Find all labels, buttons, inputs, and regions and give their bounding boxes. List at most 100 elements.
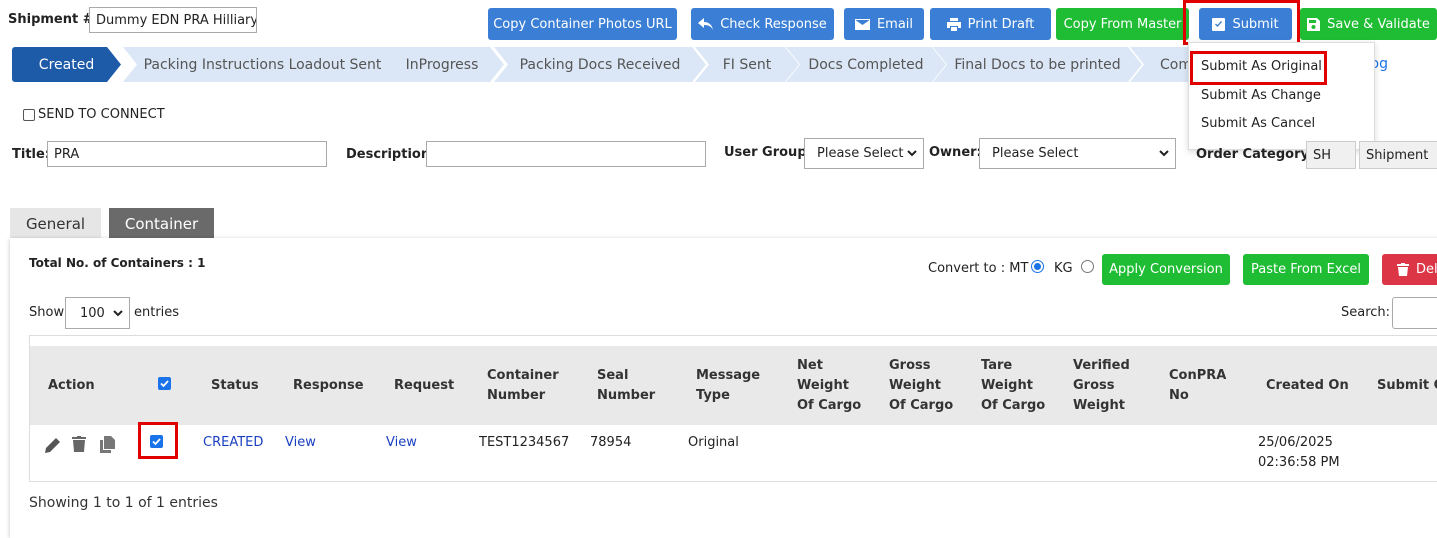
chevron-down-icon	[1159, 150, 1169, 157]
select-all-checkbox[interactable]	[158, 377, 171, 390]
header-status[interactable]: Status	[211, 376, 259, 396]
tab-general[interactable]: General	[10, 208, 101, 240]
header-conpra-no[interactable]: ConPRA No	[1169, 366, 1226, 406]
print-draft-button[interactable]: Print Draft	[930, 8, 1051, 40]
log-link[interactable]: Log	[1371, 56, 1401, 72]
row-request-link[interactable]: View	[386, 433, 417, 453]
delete-row-icon[interactable]	[72, 436, 86, 452]
header-line: No	[1169, 388, 1189, 403]
entries-label: entries	[134, 305, 180, 320]
header-created-on[interactable]: Created On	[1266, 376, 1349, 396]
check-response-label: Check Response	[720, 16, 827, 32]
order-category-value[interactable]: Shipment	[1359, 141, 1437, 169]
show-label: Show	[29, 305, 65, 320]
step-docs-completed[interactable]: Docs Completed	[786, 47, 946, 82]
header-line: Gross	[1073, 378, 1115, 393]
row-created-on: 25/06/2025 02:36:58 PM	[1258, 433, 1340, 473]
header-line: Seal	[597, 368, 629, 383]
header-line: Of Cargo	[797, 398, 862, 413]
table-top-border	[29, 335, 1437, 336]
owner-value: Please Select	[992, 146, 1079, 161]
edit-pencil-icon[interactable]	[44, 437, 61, 454]
owner-select[interactable]: Please Select	[979, 138, 1176, 169]
user-group-select[interactable]: Please Select	[804, 138, 924, 169]
row-seal-number: 78954	[590, 435, 632, 450]
row-status-link[interactable]: CREATED	[203, 433, 263, 453]
header-verified-gross-weight[interactable]: Verified Gross Weight	[1073, 356, 1130, 416]
row-container-number: TEST1234567	[479, 435, 570, 450]
paste-from-excel-label: Paste From Excel	[1251, 262, 1361, 277]
header-gross-weight[interactable]: Gross Weight Of Cargo	[889, 356, 953, 416]
paste-from-excel-button[interactable]: Paste From Excel	[1243, 254, 1369, 285]
description-label: Description:	[346, 147, 436, 162]
description-field[interactable]	[426, 141, 706, 167]
header-line: Of Cargo	[889, 398, 954, 413]
submit-as-cancel-item[interactable]: Submit As Cancel	[1201, 116, 1315, 131]
shipment-number-field[interactable]: Dummy EDN PRA Hilliary	[89, 7, 257, 33]
header-message-type[interactable]: Message Type	[696, 366, 760, 406]
search-input[interactable]	[1392, 297, 1437, 329]
send-to-connect-label: SEND TO CONNECT	[38, 107, 165, 122]
header-seal-number[interactable]: Seal Number	[597, 366, 655, 406]
title-field[interactable]: PRA	[47, 141, 327, 167]
header-line: Of Cargo	[981, 398, 1046, 413]
header-line: Type	[696, 388, 730, 403]
email-button[interactable]: Email	[844, 8, 924, 40]
header-submit-on[interactable]: Submit O	[1377, 376, 1437, 396]
header-action[interactable]: Action	[48, 376, 95, 396]
apply-conversion-button[interactable]: Apply Conversion	[1102, 254, 1230, 285]
row-message-type: Original	[688, 435, 739, 450]
step-final-docs[interactable]: Final Docs to be printed	[933, 47, 1142, 82]
convert-to-label: Convert to : MT	[928, 261, 1029, 276]
shipment-label: Shipment #:	[8, 12, 99, 27]
row-created-time: 02:36:58 PM	[1258, 455, 1340, 470]
header-line: Container	[487, 368, 559, 383]
step-created[interactable]: Created	[12, 47, 121, 82]
save-validate-button[interactable]: Save & Validate	[1300, 8, 1437, 40]
submit-button[interactable]: Submit	[1199, 8, 1292, 40]
copy-row-icon[interactable]	[100, 436, 115, 453]
header-tare-weight[interactable]: Tare Weight Of Cargo	[981, 356, 1045, 416]
user-group-label: User Group:	[724, 145, 812, 160]
copy-container-photos-url-button[interactable]: Copy Container Photos URL	[488, 8, 677, 40]
apply-conversion-label: Apply Conversion	[1109, 262, 1223, 277]
kg-radio[interactable]	[1081, 260, 1094, 273]
owner-label: Owner:	[929, 145, 982, 160]
entries-select-value: 100	[80, 305, 105, 321]
check-response-button[interactable]: Check Response	[691, 8, 834, 40]
submit-as-change-item[interactable]: Submit As Change	[1201, 88, 1321, 103]
row-response-link[interactable]: View	[285, 433, 316, 453]
order-category-label: Order Category:	[1196, 147, 1315, 162]
header-net-weight[interactable]: Net Weight Of Cargo	[797, 356, 861, 416]
header-response[interactable]: Response	[293, 376, 364, 396]
submit-as-original-item[interactable]: Submit As Original	[1201, 59, 1322, 74]
checkmark-icon	[160, 380, 169, 388]
step-inprogress[interactable]: InProgress	[380, 47, 504, 82]
delete-button[interactable]: Dele	[1382, 254, 1437, 285]
header-line: ConPRA	[1169, 368, 1227, 383]
title-label: Title:	[12, 147, 51, 162]
save-validate-label: Save & Validate	[1327, 16, 1430, 32]
save-icon	[1307, 17, 1321, 31]
header-line: Number	[487, 388, 546, 403]
mt-radio[interactable]	[1031, 260, 1044, 273]
email-label: Email	[876, 16, 914, 32]
reply-icon	[698, 17, 714, 30]
entries-select[interactable]: 100	[65, 297, 130, 329]
envelope-icon	[854, 18, 870, 30]
step-fi-sent[interactable]: FI Sent	[695, 47, 799, 82]
header-line: Number	[597, 388, 656, 403]
step-packing-instructions[interactable]: Packing Instructions Loadout Sent	[123, 47, 402, 82]
header-container-number[interactable]: Container Number	[487, 366, 559, 406]
send-to-connect-checkbox[interactable]	[23, 109, 35, 121]
header-request[interactable]: Request	[394, 376, 454, 396]
chevron-down-icon	[907, 150, 917, 157]
order-category-code: SH	[1306, 141, 1356, 169]
copy-from-master-button[interactable]: Copy From Master	[1056, 8, 1189, 40]
header-line: Weight	[1073, 398, 1125, 413]
step-packing-docs-received[interactable]: Packing Docs Received	[494, 47, 706, 82]
row-select-checkbox[interactable]	[150, 435, 163, 448]
submit-dropdown-menu: Submit As Original Submit As Change Subm…	[1188, 42, 1375, 150]
header-line: Tare	[981, 358, 1013, 373]
tab-container[interactable]: Container	[109, 208, 214, 240]
